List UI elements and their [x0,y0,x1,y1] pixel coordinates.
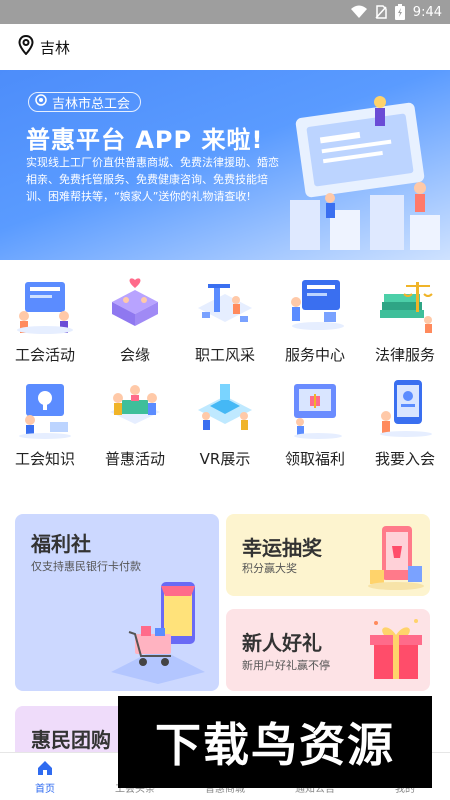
grid-label[interactable]: 工会活动 [15,344,75,365]
status-bar: 9:44 [0,0,450,24]
grid-label[interactable]: 领取福利 [285,448,345,469]
grid-item-worker-showcase[interactable]: 职工风采 [180,268,270,372]
claim-benefits-icon[interactable] [280,376,350,440]
grid-label[interactable]: 普惠活动 [105,448,165,469]
wifi-icon [350,5,367,19]
card-title: 幸运抽奖 [242,536,322,560]
union-activity-icon[interactable] [10,272,80,336]
promo-banner[interactable]: 吉林市总工会 普惠平台 APP 来啦! 实现线上工厂价直供普惠商城、免费法律援助… [0,70,450,260]
service-center-icon[interactable] [280,272,350,336]
grid-item-vr-display[interactable]: VR展示 [180,372,270,476]
grid-item-legal-service[interactable]: 法律服务 [360,268,450,372]
card-title: 新人好礼 [242,631,322,655]
join-union-icon[interactable] [370,376,440,440]
union-logo-icon [35,94,47,110]
banner-headline: 普惠平台 APP 来啦! [26,126,264,154]
card-title: 惠民团购 [31,728,111,752]
card-subtitle: 仅支持惠民银行卡付款 [31,560,141,573]
grid-label[interactable]: 我要入会 [375,448,435,469]
tab-label[interactable]: 首页 [35,780,55,795]
shop-cart-illustration [111,582,205,684]
legal-service-icon[interactable] [370,272,440,336]
card-subtitle: 新用户好礼赢不停 [242,659,330,672]
grid-label[interactable]: VR展示 [200,448,251,469]
grid-item-service-center[interactable]: 服务中心 [270,268,360,372]
benefit-activity-icon[interactable] [100,376,170,440]
grid-item-join-union[interactable]: 我要入会 [360,372,450,476]
grid-item-benefit-activity[interactable]: 普惠活动 [90,372,180,476]
vr-display-icon[interactable] [190,376,260,440]
function-grid: 工会活动 会缘 职工风采 服务中心 法律服务 工会知识 普惠活动 VR展示 领取… [0,268,450,476]
grid-item-union-knowledge[interactable]: 工会知识 [0,372,90,476]
card-welfare-shop[interactable]: 福利社 仅支持惠民银行卡付款 [15,514,219,691]
no-sim-icon [375,5,387,19]
lottery-illustration [368,526,424,590]
grid-label[interactable]: 服务中心 [285,344,345,365]
location-pin-icon[interactable] [18,34,34,59]
grid-label[interactable]: 工会知识 [15,448,75,469]
grid-label[interactable]: 职工风采 [195,344,255,365]
grid-label[interactable]: 法律服务 [375,344,435,365]
gift-box-illustration [370,619,422,679]
grid-item-matchmaking[interactable]: 会缘 [90,268,180,372]
clock: 9:44 [412,4,442,20]
watermark-overlay: 下载鸟资源 [118,696,432,788]
battery-charging-icon [394,4,405,20]
grid-label[interactable]: 会缘 [120,344,150,365]
matchmaking-icon[interactable] [100,272,170,336]
org-pill: 吉林市总工会 [28,92,142,112]
banner-description: 实现线上工厂价直供普惠商城、免费法律援助、婚恋相亲、免费托管服务、免费健康咨询、… [26,156,279,203]
location-bar[interactable]: 吉林 [0,24,450,70]
grid-item-claim-benefits[interactable]: 领取福利 [270,372,360,476]
grid-item-union-activity[interactable]: 工会活动 [0,268,90,372]
card-lucky-draw[interactable]: 幸运抽奖 积分赢大奖 [226,514,430,596]
city-name[interactable]: 吉林 [40,37,70,58]
watermark-text: 下载鸟资源 [155,718,395,772]
card-subtitle: 积分赢大奖 [242,562,297,575]
union-knowledge-icon[interactable] [10,376,80,440]
worker-showcase-icon[interactable] [190,272,260,336]
home-icon[interactable] [36,759,54,777]
card-newcomer-gift[interactable]: 新人好礼 新用户好礼赢不停 [226,609,430,691]
card-title: 福利社 [31,532,91,556]
tab-home[interactable]: 首页 [0,753,90,800]
org-name: 吉林市总工会 [52,96,131,112]
banner-illustration [290,96,440,250]
